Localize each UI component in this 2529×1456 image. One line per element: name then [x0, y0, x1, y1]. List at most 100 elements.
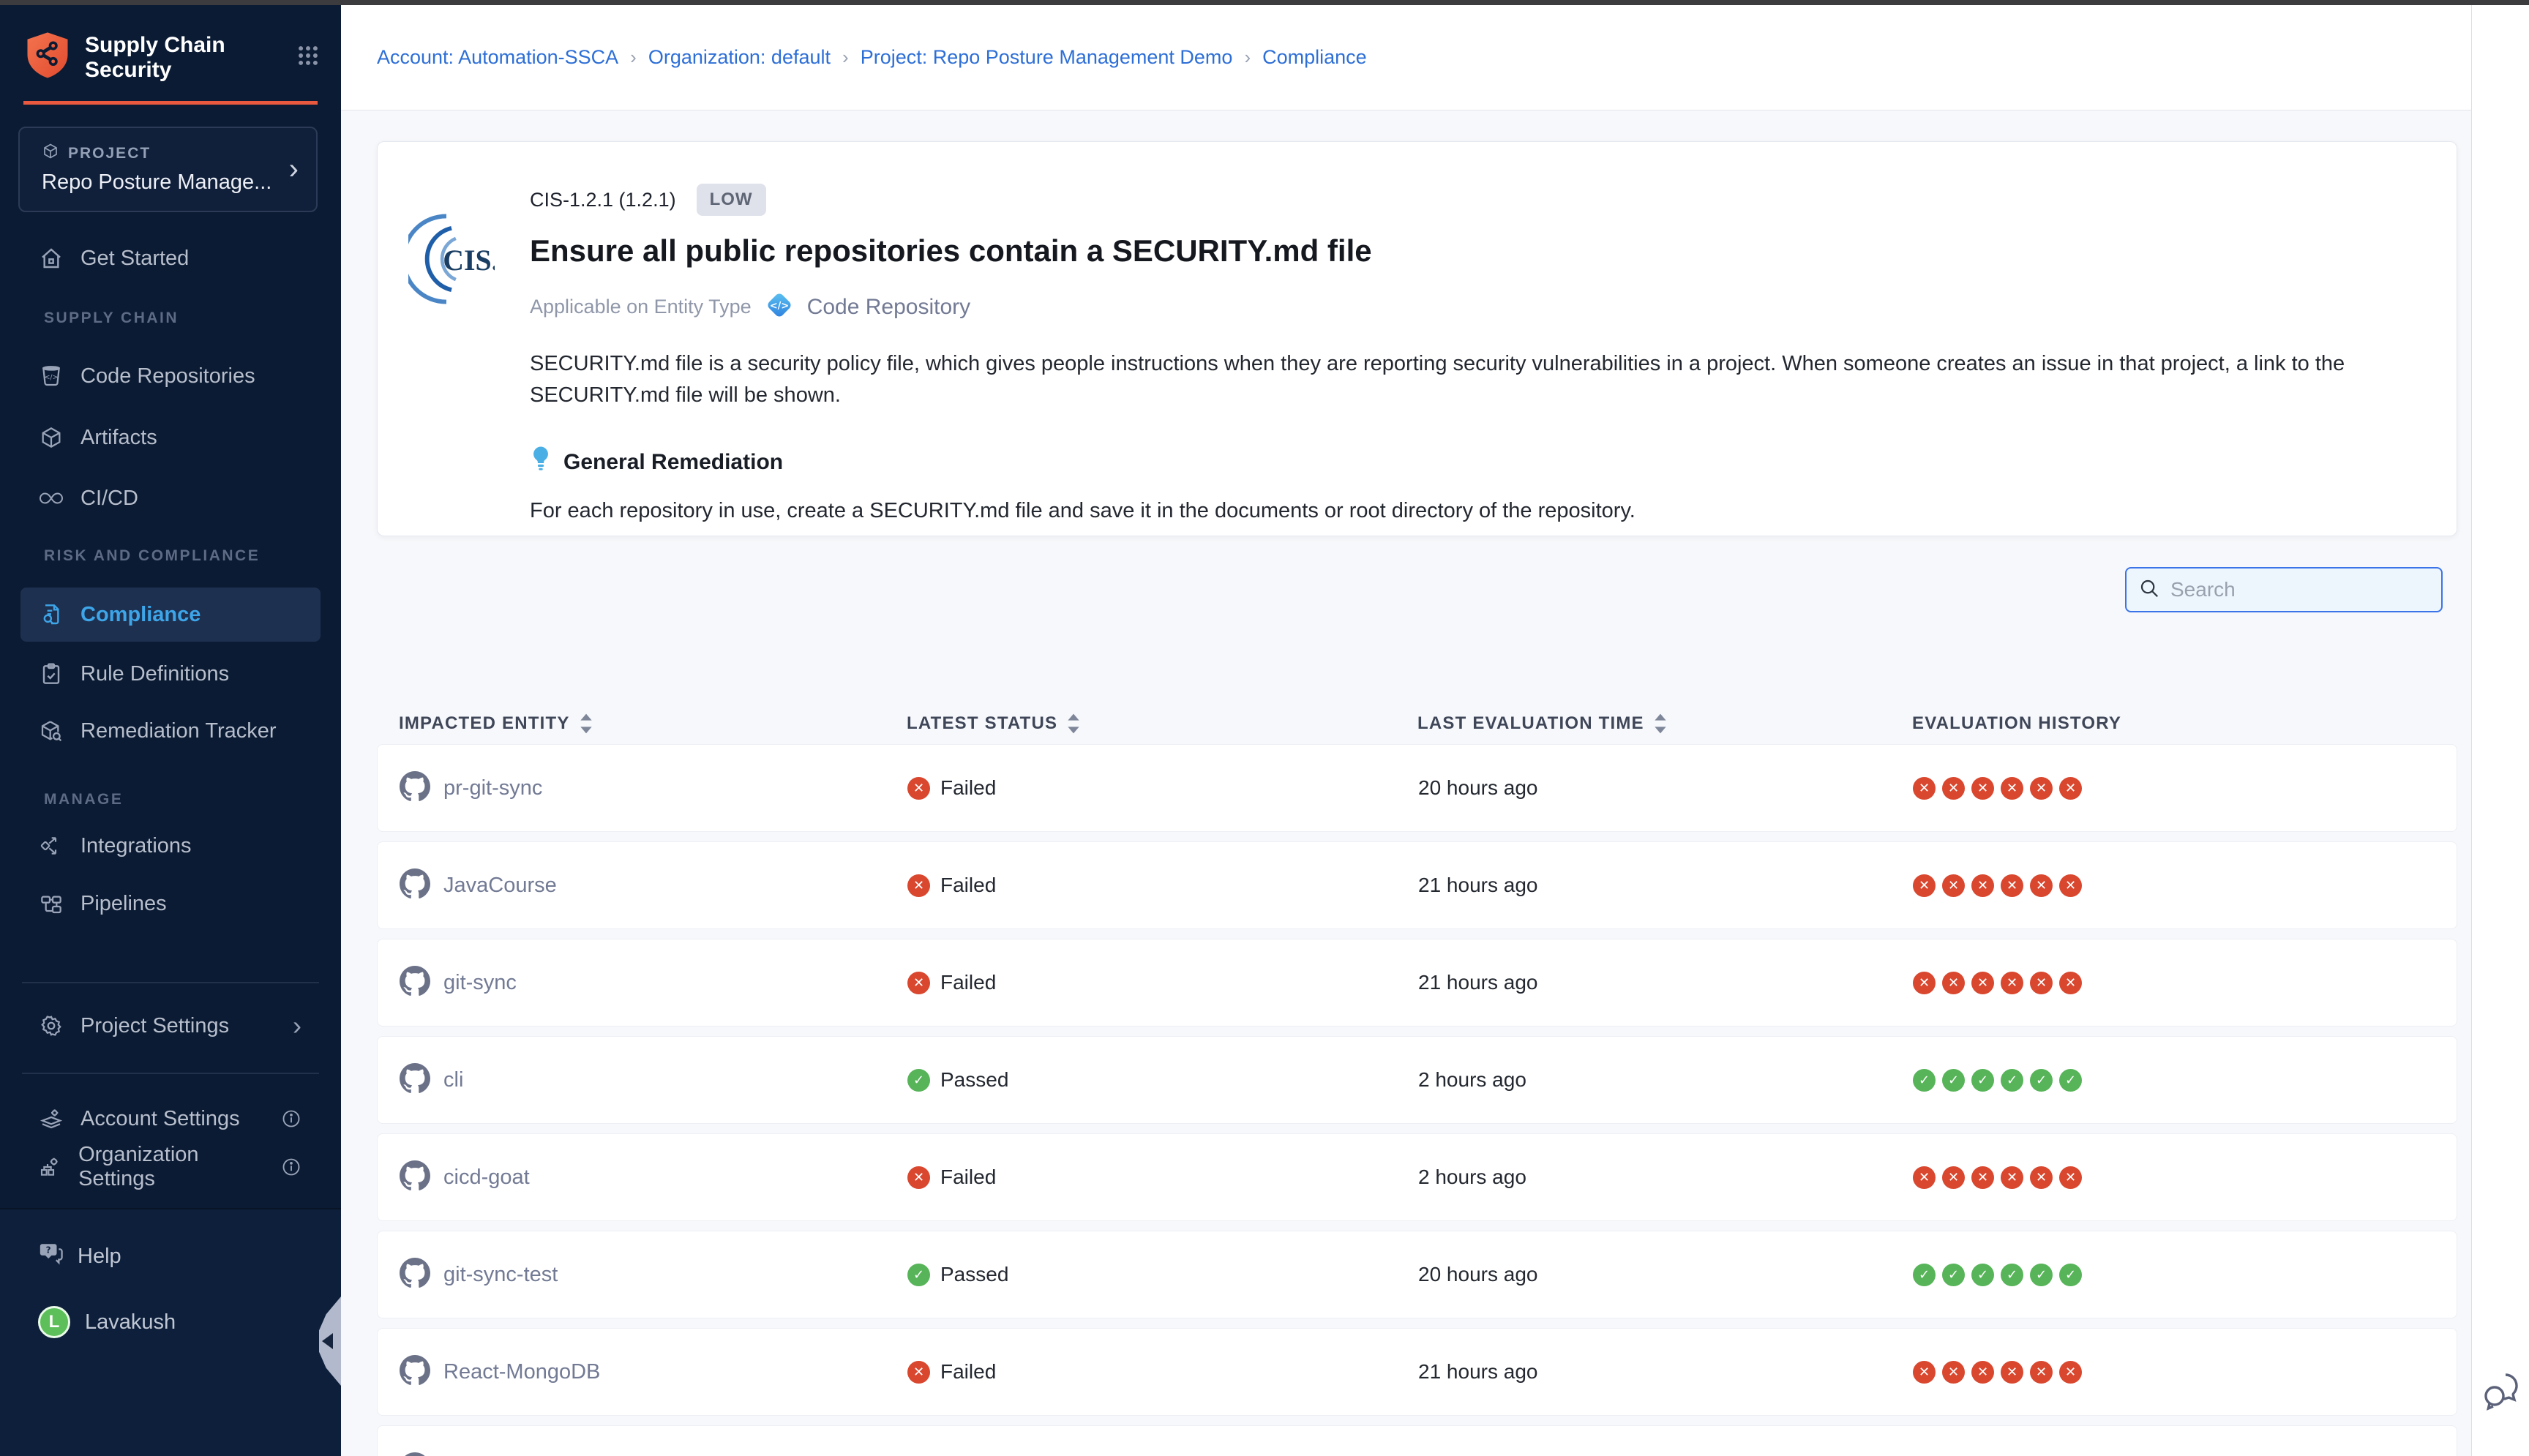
user-menu[interactable]: L Lavakush — [0, 1303, 341, 1341]
history-fail-icon: ✕ — [2059, 874, 2082, 897]
entity-name[interactable]: cicd-goat — [443, 1166, 530, 1190]
history-fail-icon: ✕ — [1971, 777, 1994, 800]
github-icon — [400, 868, 430, 903]
table-row[interactable]: cli ✓ Passed 2 hours ago ✓✓✓✓✓✓ — [377, 1036, 2457, 1124]
history-fail-icon: ✕ — [2059, 972, 2082, 994]
info-icon — [281, 1157, 301, 1177]
entity-name[interactable]: cli — [443, 1068, 463, 1092]
table-row[interactable]: React-MongoDB ✕ Failed 21 hours ago ✕✕✕✕… — [377, 1328, 2457, 1416]
evaluation-history: ✕✕✕✕✕✕ — [1913, 1166, 2457, 1189]
section-supply-chain: SUPPLY CHAIN — [0, 307, 341, 329]
app-grid-icon[interactable] — [296, 43, 321, 72]
github-icon — [400, 1355, 430, 1389]
sidebar-item-code-repositories[interactable]: </> Code Repositories — [20, 349, 321, 403]
history-pass-icon: ✓ — [1971, 1069, 1994, 1092]
infinity-icon — [38, 489, 64, 507]
status-text: Failed — [940, 1166, 996, 1189]
breadcrumb-account[interactable]: Account: Automation-SSCA — [377, 46, 618, 69]
brand-accent-rule — [23, 101, 318, 105]
project-selector[interactable]: PROJECT Repo Posture Manage... › — [18, 127, 318, 212]
sidebar-divider — [22, 1073, 319, 1074]
sidebar-item-account-settings[interactable]: Account Settings — [20, 1092, 321, 1146]
table-row[interactable]: ✓ ✓✓✓✓✓✓ — [377, 1425, 2457, 1456]
sidebar-footer: ? Help L Lavakush — [0, 1208, 341, 1456]
svg-text:?: ? — [46, 1245, 51, 1255]
history-fail-icon: ✕ — [1942, 777, 1965, 800]
entity-name[interactable]: pr-git-sync — [443, 776, 542, 800]
chevron-right-icon: › — [289, 159, 299, 179]
main-area: Account: Automation-SSCA › Organization:… — [341, 5, 2471, 1456]
history-pass-icon: ✓ — [2030, 1264, 2053, 1286]
impacted-entities-table: IMPACTED ENTITY LATEST STATUS — [377, 702, 2457, 1456]
entity-name[interactable]: React-MongoDB — [443, 1360, 600, 1384]
rule-title: Ensure all public repositories contain a… — [530, 233, 2427, 269]
chevron-separator-icon: › — [1244, 46, 1251, 69]
sidebar-item-organization-settings[interactable]: Organization Settings — [20, 1146, 321, 1188]
rule-id: CIS-1.2.1 (1.2.1) — [530, 189, 676, 211]
breadcrumb-bar: Account: Automation-SSCA › Organization:… — [341, 5, 2471, 110]
breadcrumb-compliance[interactable]: Compliance — [1262, 46, 1367, 69]
app-header: Supply Chain Security — [0, 5, 341, 85]
remediation-heading: General Remediation — [563, 450, 783, 475]
entity-name[interactable]: JavaCourse — [443, 874, 557, 898]
history-pass-icon: ✓ — [1913, 1069, 1936, 1092]
sidebar-item-compliance[interactable]: Compliance — [20, 588, 321, 642]
breadcrumb-project[interactable]: Project: Repo Posture Management Demo — [861, 46, 1233, 69]
help-button[interactable]: ? Help — [0, 1237, 341, 1275]
sidebar-item-pipelines[interactable]: Pipelines — [20, 877, 321, 931]
column-header-evaluation-history: EVALUATION HISTORY — [1912, 713, 2457, 734]
history-fail-icon: ✕ — [2001, 874, 2023, 897]
evaluation-time: 21 hours ago — [1418, 1360, 1913, 1384]
history-fail-icon: ✕ — [2030, 972, 2053, 994]
breadcrumb-organization[interactable]: Organization: default — [648, 46, 831, 69]
history-fail-icon: ✕ — [2001, 777, 2023, 800]
entity-name[interactable]: git-sync — [443, 971, 517, 995]
entity-name[interactable]: git-sync-test — [443, 1263, 558, 1287]
history-fail-icon: ✕ — [2030, 874, 2053, 897]
table-row[interactable]: git-sync ✕ Failed 21 hours ago ✕✕✕✕✕✕ — [377, 939, 2457, 1027]
svg-text:CIS.: CIS. — [443, 244, 495, 277]
history-fail-icon: ✕ — [1971, 1166, 1994, 1189]
sidebar-item-rule-definitions[interactable]: Rule Definitions — [20, 647, 321, 701]
sort-icon[interactable] — [1653, 713, 1668, 735]
sidebar-item-integrations[interactable]: Integrations — [20, 819, 321, 873]
info-icon — [281, 1108, 301, 1129]
github-icon — [400, 1160, 430, 1195]
sidebar-item-cicd[interactable]: CI/CD — [20, 471, 321, 525]
history-fail-icon: ✕ — [1942, 1166, 1965, 1189]
history-pass-icon: ✓ — [1913, 1264, 1936, 1286]
support-chat-icon[interactable] — [2482, 1370, 2520, 1419]
sidebar-divider — [22, 982, 319, 983]
history-fail-icon: ✕ — [2030, 777, 2053, 800]
evaluation-history: ✕✕✕✕✕✕ — [1913, 972, 2457, 994]
column-header-last-evaluation-time[interactable]: LAST EVALUATION TIME — [1417, 713, 1912, 735]
sidebar-item-remediation-tracker[interactable]: Remediation Tracker — [20, 704, 321, 758]
github-icon — [400, 1258, 430, 1292]
table-row[interactable]: cicd-goat ✕ Failed 2 hours ago ✕✕✕✕✕✕ — [377, 1133, 2457, 1221]
history-pass-icon: ✓ — [2059, 1069, 2082, 1092]
column-header-latest-status[interactable]: LATEST STATUS — [907, 713, 1417, 735]
history-pass-icon: ✓ — [2030, 1069, 2053, 1092]
table-row[interactable]: JavaCourse ✕ Failed 21 hours ago ✕✕✕✕✕✕ — [377, 841, 2457, 929]
gear-icon — [38, 1014, 64, 1037]
history-pass-icon: ✓ — [2059, 1264, 2082, 1286]
search-input[interactable] — [2169, 577, 2429, 602]
status-text: Failed — [940, 874, 996, 897]
code-repository-icon: </> — [38, 364, 64, 388]
evaluation-time: 21 hours ago — [1418, 874, 1913, 897]
chevron-separator-icon: › — [630, 46, 637, 69]
sidebar-item-artifacts[interactable]: Artifacts — [20, 410, 321, 465]
cis-logo-icon: CIS. — [408, 204, 495, 314]
evaluation-time: 21 hours ago — [1418, 971, 1913, 994]
table-row[interactable]: git-sync-test ✓ Passed 20 hours ago ✓✓✓✓… — [377, 1231, 2457, 1318]
project-cube-icon — [42, 143, 59, 165]
column-header-impacted-entity[interactable]: IMPACTED ENTITY — [377, 713, 907, 735]
sort-icon[interactable] — [579, 713, 593, 735]
sidebar-item-project-settings[interactable]: Project Settings › — [20, 999, 321, 1053]
code-repository-diamond-icon: </> — [763, 289, 795, 325]
table-row[interactable]: pr-git-sync ✕ Failed 20 hours ago ✕✕✕✕✕✕ — [377, 744, 2457, 832]
status-icon: ✕ — [907, 1361, 930, 1384]
history-fail-icon: ✕ — [1913, 777, 1936, 800]
sort-icon[interactable] — [1066, 713, 1081, 735]
sidebar-item-get-started[interactable]: Get Started — [20, 231, 321, 285]
